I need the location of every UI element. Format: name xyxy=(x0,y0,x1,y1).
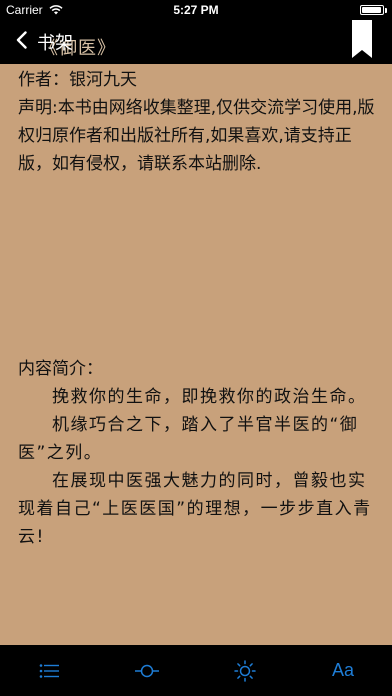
intro-paragraph: 挽救你的生命，即挽救你的政治生命。 xyxy=(52,387,367,407)
status-time: 5:27 PM xyxy=(173,3,219,17)
disclaimer-text: 声明:本书由网络收集整理,仅供交流学习使用,版权归原作者和出版社所有,如果喜欢,… xyxy=(18,98,375,174)
bookmark-icon xyxy=(352,20,372,58)
reader-content: 作者：银河九天 声明:本书由网络收集整理,仅供交流学习使用,版权归原作者和出版社… xyxy=(18,66,378,551)
battery-icon xyxy=(360,5,387,15)
font-size-icon: Aa xyxy=(331,660,355,680)
list-icon xyxy=(39,663,59,678)
brightness-button[interactable] xyxy=(225,651,265,691)
bookmark-button[interactable] xyxy=(352,20,372,60)
back-button[interactable]: 书架 xyxy=(16,20,73,64)
intro-paragraph: 在展现中医强大魅力的同时，曾毅也实现着自己“上医医国”的理想，一步步直入青云! xyxy=(18,471,372,547)
progress-button[interactable] xyxy=(127,651,167,691)
intro-title: 内容简介： xyxy=(18,359,103,379)
brightness-slider-icon xyxy=(135,664,159,677)
sun-icon xyxy=(234,659,256,682)
blank-space xyxy=(18,178,378,355)
chevron-left-icon xyxy=(16,30,27,54)
nav-bar: 《御医》 书架 xyxy=(0,20,392,64)
table-of-contents-button[interactable] xyxy=(29,651,69,691)
bottom-toolbar: Aa xyxy=(0,645,392,696)
font-settings-button[interactable]: Aa xyxy=(323,651,363,691)
intro-paragraph: 机缘巧合之下，踏入了半官半医的“御医”之列。 xyxy=(18,415,359,463)
back-label: 书架 xyxy=(37,33,73,54)
status-bar: Carrier 5:27 PM xyxy=(0,0,392,20)
author-line: 作者：银河九天 xyxy=(18,70,137,90)
